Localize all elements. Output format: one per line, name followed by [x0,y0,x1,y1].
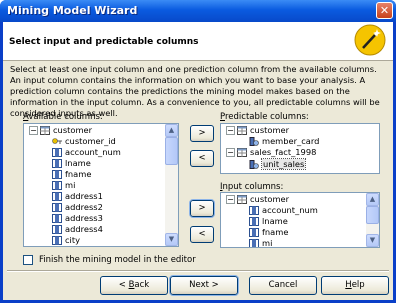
available-columns-list[interactable]: − customer customer_id account_num lname fn… [23,123,179,247]
scroll-down-icon[interactable]: ▼ [366,234,379,247]
tree-column-member-card[interactable]: member_card [249,136,319,147]
available-column-item[interactable]: address3 [52,213,103,224]
column-icon [52,192,62,201]
column-icon [249,239,259,247]
footer-divider [7,270,389,272]
table-icon [237,148,247,157]
tree-table-customer[interactable]: customer [40,125,92,136]
scroll-thumb[interactable] [165,137,178,165]
available-column-item[interactable]: address1 [52,191,103,202]
available-column-item[interactable]: address4 [52,224,103,235]
available-column-item[interactable]: mi [52,180,75,191]
input-column-item[interactable]: account_num [249,205,318,216]
add-predictable-button[interactable]: > [190,125,214,142]
column-icon [249,228,259,237]
column-icon [249,206,259,215]
available-column-item[interactable]: address2 [52,202,103,213]
key-column-icon [52,138,62,144]
column-icon [52,148,62,157]
predictable-columns-label: Predictable columns: [220,112,309,122]
tree-table-customer[interactable]: customer [237,194,289,205]
predictable-columns-list[interactable]: − customer member_card − sales_fact_1998… [220,123,380,174]
wizard-window: Mining Model Wizard ✕ Select input and p… [0,0,396,303]
collapse-icon[interactable]: − [29,126,38,135]
column-icon [52,159,62,168]
add-input-button[interactable]: > [189,199,215,218]
scroll-up-icon[interactable]: ▲ [366,193,379,206]
predict-column-icon [249,137,259,146]
magic-wand-icon [354,24,386,56]
input-scrollbar[interactable]: ▲ ▼ [366,193,379,247]
available-column-item[interactable]: city [52,235,80,246]
collapse-icon[interactable]: − [226,126,235,135]
table-icon [40,126,50,135]
input-columns-label: Input columns: [220,182,284,192]
scroll-up-icon[interactable]: ▲ [165,124,178,137]
input-column-item[interactable]: lname [249,216,288,227]
tree-table-customer[interactable]: customer [237,125,289,136]
scroll-down-icon[interactable]: ▼ [165,233,178,246]
remove-input-button[interactable]: < [190,226,214,243]
available-columns-label: Available columns: [23,112,103,122]
input-column-item[interactable]: mi [249,238,272,247]
available-column-item[interactable]: fname [52,169,91,180]
wizard-header: Select input and predictable columns [3,22,393,61]
column-icon [52,170,62,179]
column-icon [52,203,62,212]
tree-column-unit-sales[interactable]: unit_sales [249,158,307,170]
dialog-body: Select input and predictable columns Sel… [3,22,393,300]
page-title: Select input and predictable columns [9,37,199,47]
available-column-item[interactable]: lname [52,158,91,169]
next-button[interactable]: Next > [169,275,239,296]
cancel-button[interactable]: Cancel [249,276,317,295]
tree-table-sales-fact-1998[interactable]: sales_fact_1998 [237,147,316,158]
scroll-thumb[interactable] [366,206,379,224]
available-column-item[interactable]: account_num [52,147,121,158]
finish-in-editor-label: Finish the mining model in the editor [39,255,196,265]
instructions-text: Select at least one input column and one… [10,64,380,118]
column-icon [52,225,62,234]
remove-predictable-button[interactable]: < [190,150,214,167]
predict-column-icon [249,160,259,169]
collapse-icon[interactable]: − [226,148,235,157]
table-icon [237,126,247,135]
help-button[interactable]: Help [321,276,389,295]
title-bar[interactable]: Mining Model Wizard ✕ [0,0,396,22]
column-icon [249,217,259,226]
available-column-item[interactable]: customer_id [52,136,116,147]
input-column-item[interactable]: fname [249,227,288,238]
collapse-icon[interactable]: − [226,195,235,204]
finish-in-editor-checkbox[interactable] [23,255,33,265]
back-button[interactable]: < Back [100,276,168,295]
available-scrollbar[interactable]: ▲ ▼ [165,124,178,246]
column-icon [52,214,62,223]
window-title: Mining Model Wizard [7,4,138,17]
table-icon [237,195,247,204]
column-icon [52,181,62,190]
close-icon[interactable]: ✕ [376,2,393,19]
input-columns-list[interactable]: − customer account_num lname fname mi ▲ ▼ [220,192,380,248]
column-icon [52,236,62,245]
